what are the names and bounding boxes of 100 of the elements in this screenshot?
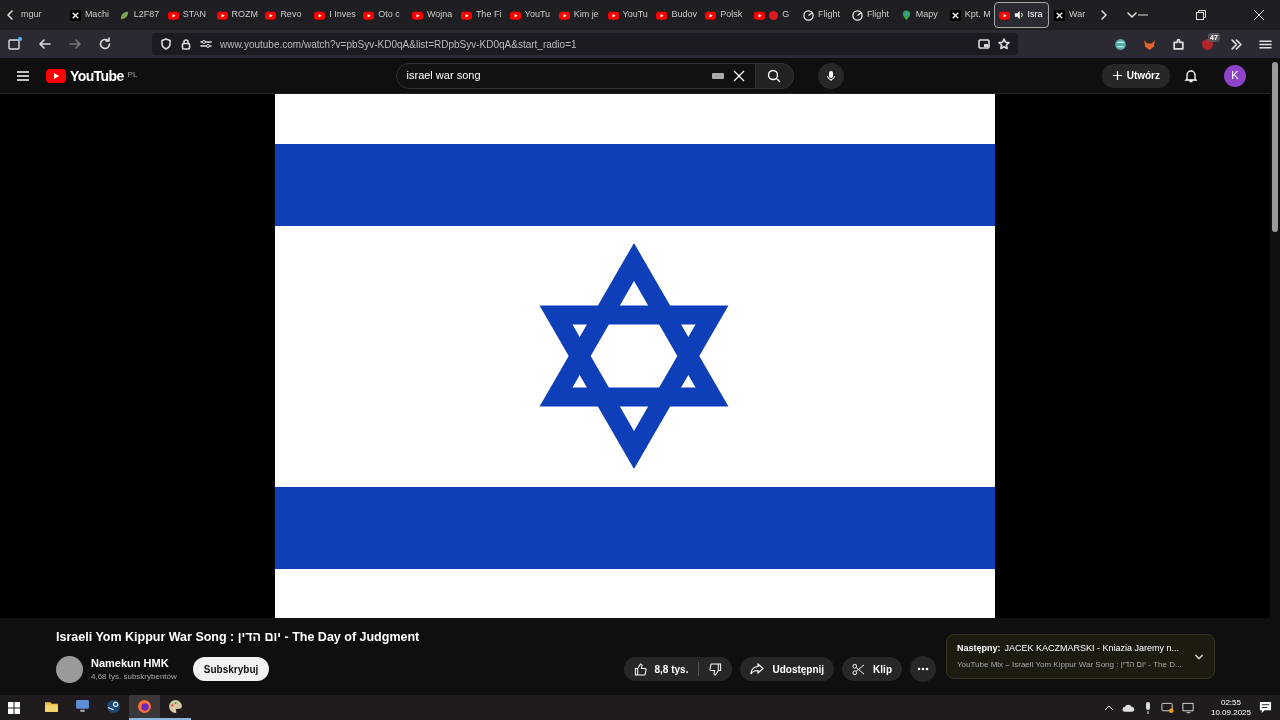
clock-time: 02:55: [1220, 697, 1241, 708]
browser-tab[interactable]: Kpt. M: [944, 2, 994, 28]
star-icon[interactable]: [998, 38, 1010, 50]
keyboard-icon[interactable]: [710, 70, 725, 81]
browser-tab[interactable]: Budov: [651, 2, 701, 28]
clock[interactable]: 02:55 10.09.2025: [1210, 697, 1251, 718]
steam-icon: [106, 699, 121, 714]
picture-in-picture-icon[interactable]: [978, 38, 990, 50]
monitor-alert-icon[interactable]: [1160, 701, 1174, 714]
youtube-logo-icon: [607, 9, 619, 21]
youtube-logo-icon: [754, 9, 766, 21]
record-dot-icon: [769, 10, 779, 20]
globe-icon[interactable]: [1114, 37, 1127, 51]
channel-avatar[interactable]: [56, 655, 83, 683]
like-dislike-control[interactable]: 8,8 tys.: [623, 657, 733, 681]
taskbar-app[interactable]: [129, 695, 160, 720]
up-next-title: JACEK KACZMARSKI - Kniazia Jaremy n...: [1004, 641, 1180, 655]
clip-button[interactable]: Klip: [842, 657, 902, 681]
plus-icon: [1111, 70, 1123, 81]
share-button[interactable]: Udostępnij: [740, 657, 835, 681]
youtube-logo-icon: [558, 9, 570, 21]
browser-tab[interactable]: Polsk: [700, 2, 750, 28]
chevron-down-icon[interactable]: [1125, 9, 1138, 21]
browser-tab[interactable]: Mapy: [895, 2, 945, 28]
browser-tab[interactable]: Isra: [993, 2, 1049, 28]
up-next-label: Następny:: [957, 641, 1001, 655]
thumbs-down-icon: [709, 662, 723, 676]
map-pin-icon: [900, 9, 912, 21]
forward-arrow-icon[interactable]: [68, 37, 82, 51]
cloud-icon[interactable]: [1121, 702, 1135, 713]
x-logo-icon: [1054, 9, 1065, 21]
reload-icon[interactable]: [98, 37, 112, 51]
browser-tab[interactable]: Oto c: [358, 2, 407, 28]
youtube-logo-icon: [216, 9, 228, 21]
shield-icon: [160, 38, 172, 50]
browser-tab[interactable]: YouTu: [504, 2, 554, 28]
search-query: israel war song: [406, 68, 482, 84]
scissors-icon: [852, 662, 866, 676]
tab-view-icon[interactable]: [8, 37, 22, 51]
menu-icon[interactable]: [16, 68, 30, 83]
video-title: Israeli Yom Kippur War Song : יום הדין - The Day of Judgment: [56, 629, 421, 646]
palette-icon: [168, 699, 183, 714]
browser-tab[interactable]: Wojna: [407, 2, 456, 28]
youtube-logo[interactable]: YouTube PL: [46, 68, 138, 83]
flag-drawing[interactable]: [275, 94, 995, 618]
search-field[interactable]: israel war song: [395, 62, 756, 89]
youtube-logo-icon: [509, 9, 521, 21]
double-chevron-icon[interactable]: [1230, 37, 1243, 51]
share-arrow-icon: [750, 663, 765, 675]
channel-name[interactable]: Namekun HMK: [91, 654, 177, 672]
playlist-name: YouTube Mix – Israeli Yom Kippur War Song : יום הדין - The D...: [957, 659, 1183, 672]
browser-tab[interactable]: The Fi: [455, 2, 505, 28]
thumbs-up-icon: [633, 662, 647, 676]
windows-start-icon[interactable]: [8, 701, 20, 714]
create-button[interactable]: Utwórz: [1101, 63, 1170, 88]
computer-icon: [75, 699, 90, 714]
voice-search-button[interactable]: [817, 62, 844, 89]
browser-tab[interactable]: STAN: [162, 2, 212, 28]
restore-icon[interactable]: [1195, 10, 1206, 20]
network-icon[interactable]: [1181, 701, 1195, 714]
browser-tab[interactable]: Revo: [260, 2, 310, 28]
browser-tab[interactable]: mgur: [16, 2, 65, 28]
sliders-icon: [200, 38, 212, 50]
scrollbar-thumb[interactable]: [1272, 62, 1278, 232]
subscriber-count: 4,68 tys. subskrybentów: [91, 671, 177, 684]
x-logo-icon: [949, 9, 961, 21]
radar-icon: [851, 9, 863, 21]
browser-tab[interactable]: Flight: [846, 2, 896, 28]
browser-tab[interactable]: YouTu: [602, 2, 652, 28]
youtube-logo-icon: [656, 9, 668, 21]
search-icon: [767, 68, 782, 83]
padlock-icon: [180, 38, 192, 50]
address-bar[interactable]: www.youtube.com/watch?v=pbSyv-KD0qA&list=RDpbSyv-KD0qA&start_radio=1: [152, 33, 1018, 55]
browser-tab[interactable]: L2F87: [113, 2, 163, 28]
youtube-logo-icon: [412, 9, 423, 21]
region-label: PL: [127, 68, 138, 81]
browser-tab[interactable]: G: [749, 2, 798, 28]
browser-tab[interactable]: Kim je: [553, 2, 603, 28]
ellipsis-icon: [917, 667, 929, 671]
radar-icon: [803, 9, 814, 21]
close-icon[interactable]: [1253, 10, 1264, 20]
menu-icon[interactable]: [1259, 37, 1272, 51]
bell-icon[interactable]: [1184, 68, 1198, 83]
search-button[interactable]: [755, 62, 794, 89]
microphone-icon: [824, 69, 837, 82]
notification-icon[interactable]: [1259, 701, 1272, 714]
browser-tab[interactable]: Flight: [798, 2, 847, 28]
youtube-logo-icon: [265, 9, 277, 21]
url-text: www.youtube.com/watch?v=pbSyv-KD0qA&list=RDpbSyv-KD0qA&start_radio=1: [220, 37, 578, 52]
browser-tab[interactable]: Machi: [64, 2, 114, 28]
browser-tab[interactable]: I Inves: [309, 2, 359, 28]
browser-tab[interactable]: War: [1049, 2, 1098, 28]
chevron-left-icon[interactable]: [4, 9, 16, 21]
youtube-logo-icon: [314, 9, 326, 21]
browser-tab[interactable]: ROZM: [211, 2, 261, 28]
avatar[interactable]: K: [1224, 64, 1246, 87]
back-arrow-icon[interactable]: [38, 37, 52, 51]
puzzle-icon[interactable]: [1172, 37, 1185, 51]
youtube-logo-icon: [167, 9, 179, 21]
subscribe-button[interactable]: Subskrybuj: [192, 657, 270, 681]
